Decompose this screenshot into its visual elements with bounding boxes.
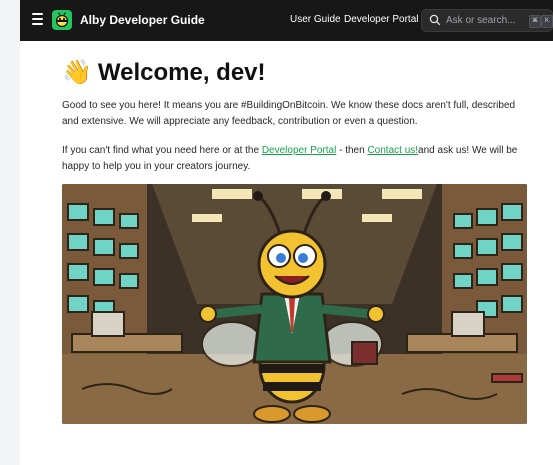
shortcut-key-cmd: ⌘ [529,15,541,28]
bee-logo-icon [55,12,69,28]
page-title: 👋 Welcome, dev! [62,58,266,87]
nav-user-guide[interactable]: User Guide [290,14,341,25]
bee-in-computer-lab-illustration [62,184,527,424]
search-icon [429,14,441,26]
search-placeholder: Ask or search... [446,15,516,26]
site-title[interactable]: Alby Developer Guide [80,13,205,27]
alby-logo[interactable] [52,10,72,30]
hero-illustration [62,184,527,424]
contact-us-link[interactable]: Contact us! [367,145,418,156]
menu-icon[interactable] [32,13,43,27]
page: Alby Developer Guide User Guide Develope… [20,0,553,465]
help-text-middle: - then [336,145,368,156]
nav-developer-portal[interactable]: Developer Portal [344,14,418,25]
shortcut-key-k: K [541,15,553,28]
search-box[interactable]: Ask or search... ⌘ K [421,9,553,32]
developer-portal-link[interactable]: Developer Portal [262,145,336,156]
waving-hand-emoji: 👋 [62,59,92,86]
help-text-start: If you can't find what you need here or … [62,145,262,156]
help-paragraph: If you can't find what you need here or … [62,143,532,175]
page-title-text: Welcome, dev! [97,59,266,86]
intro-paragraph: Good to see you here! It means you are #… [62,100,516,127]
top-navbar: Alby Developer Guide User Guide Develope… [20,0,553,41]
